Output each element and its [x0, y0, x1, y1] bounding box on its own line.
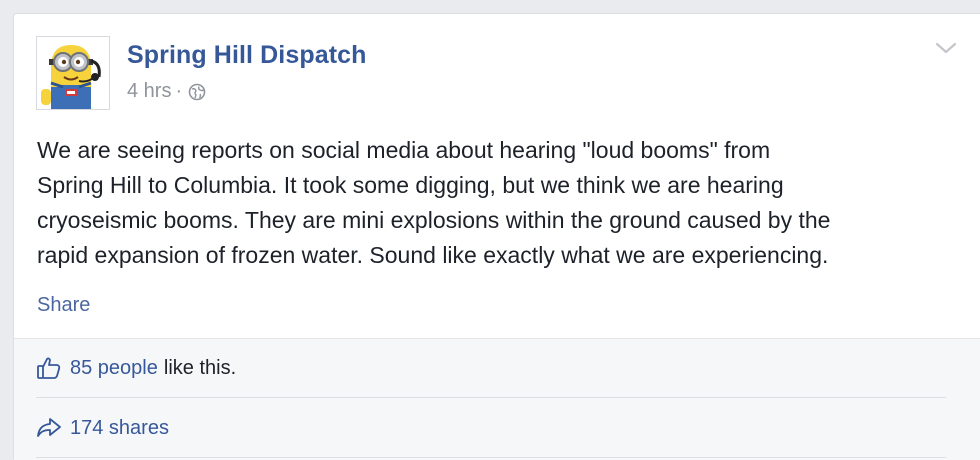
post-text-line: rapid expansion of frozen water. Sound l… [37, 242, 829, 268]
meta-separator: · [175, 80, 183, 102]
ufi-section: 85 people like this. 174 shares [14, 339, 980, 460]
post-text-line: Spring Hill to Columbia. It took some di… [37, 172, 784, 198]
timestamp-link[interactable]: 4 hrs [127, 80, 171, 103]
post-message: We are seeing reports on social media ab… [37, 133, 967, 273]
post-meta: 4 hrs · [127, 80, 206, 103]
page-name-link[interactable]: Spring Hill Dispatch [127, 41, 367, 70]
thumbs-up-icon [36, 356, 62, 380]
share-arrow-icon [36, 416, 62, 440]
globe-icon[interactable] [188, 83, 206, 101]
divider [36, 397, 946, 398]
likes-text: like this. [163, 356, 237, 379]
likes-people-link[interactable]: 85 people [70, 357, 158, 380]
shares-link[interactable]: 174 shares [70, 417, 169, 440]
minion-avatar-icon [37, 37, 109, 109]
post-text-line: cryoseismic booms. They are mini explosi… [37, 207, 831, 233]
chevron-down-icon[interactable] [934, 40, 958, 56]
divider [36, 457, 946, 458]
shares-summary: 174 shares [36, 413, 169, 443]
post-card: Spring Hill Dispatch 4 hrs · We are seei… [13, 13, 980, 460]
likes-summary: 85 people like this. [36, 353, 236, 383]
avatar[interactable] [36, 36, 110, 110]
share-button[interactable]: Share [37, 294, 90, 317]
post-text-line: We are seeing reports on social media ab… [37, 137, 771, 163]
